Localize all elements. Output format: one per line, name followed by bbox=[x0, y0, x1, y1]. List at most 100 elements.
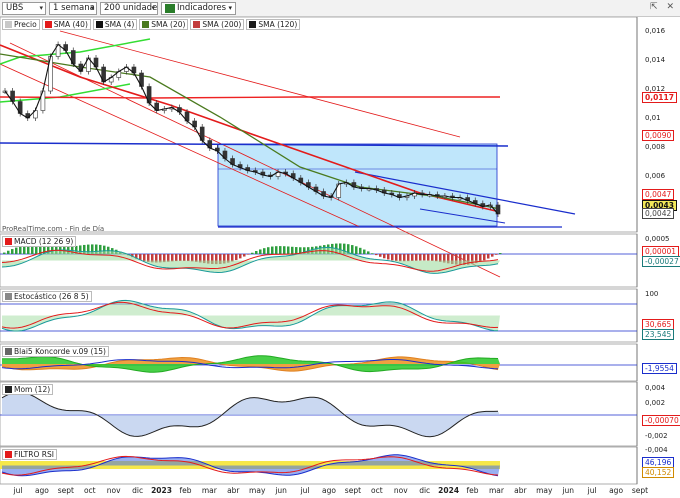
stoch-color-swatch bbox=[5, 293, 12, 300]
macd-histogram-bar bbox=[371, 253, 374, 254]
legend-color-swatch bbox=[5, 21, 12, 28]
symbol-value: UBS bbox=[6, 3, 24, 13]
macd-histogram-bar bbox=[235, 254, 238, 261]
macd-histogram-bar bbox=[431, 254, 434, 261]
legend-item[interactable]: Precio bbox=[2, 19, 40, 30]
koncorde-title-text: Blai5 Koncorde v.09 (15) bbox=[14, 347, 106, 356]
macd-histogram-bar bbox=[179, 254, 182, 261]
chevron-down-icon: ▾ bbox=[151, 4, 155, 12]
x-axis-label: mar bbox=[201, 486, 217, 495]
indicators-label: Indicadores bbox=[177, 3, 227, 13]
rsi-title: FILTRO RSI bbox=[2, 449, 57, 460]
macd-histogram-bar bbox=[411, 254, 414, 261]
macd-histogram-bar bbox=[407, 254, 410, 262]
macd-histogram-bar bbox=[7, 250, 10, 254]
macd-histogram-bar bbox=[251, 252, 254, 254]
macd-histogram-bar bbox=[403, 254, 406, 262]
units-select[interactable]: 200 unidades ▾ bbox=[100, 2, 158, 15]
chart-canvas[interactable] bbox=[0, 17, 680, 498]
x-axis-label: feb bbox=[466, 486, 479, 495]
x-axis-label: ago bbox=[609, 486, 624, 495]
chevron-down-icon: ▾ bbox=[39, 4, 43, 12]
indicator-value-tag: -0,00027 bbox=[642, 256, 680, 267]
macd-histogram-bar bbox=[183, 254, 186, 261]
units-value: 200 unidades bbox=[104, 3, 158, 13]
indicators-button[interactable]: Indicadores ▾ bbox=[161, 2, 236, 15]
macd-histogram-bar bbox=[171, 254, 174, 262]
macd-histogram-bar bbox=[271, 246, 274, 254]
x-axis-label: jul bbox=[587, 486, 597, 495]
legend-item[interactable]: SMA (200) bbox=[190, 19, 245, 30]
macd-histogram-bar bbox=[283, 246, 286, 254]
macd-histogram-bar bbox=[191, 254, 194, 262]
macd-histogram-bar bbox=[11, 249, 14, 254]
x-axis-label: sept bbox=[57, 486, 74, 495]
macd-histogram-bar bbox=[395, 254, 398, 261]
macd-histogram-bar bbox=[231, 254, 234, 262]
price-axis-label: 0,008 bbox=[645, 143, 666, 151]
x-axis-label: mar bbox=[488, 486, 504, 495]
indicator-axis-label: 0,004 bbox=[645, 384, 666, 392]
legend-color-swatch bbox=[44, 21, 52, 28]
x-axis-label: abr bbox=[514, 486, 527, 495]
stoch-title: Estocástico (26 8 5) bbox=[2, 291, 92, 302]
chart-area[interactable]: Precio SMA (40) SMA (4) SMA (20) SMA (200) SM… bbox=[0, 17, 680, 498]
macd-histogram-bar bbox=[491, 254, 494, 257]
x-axis-label: nov bbox=[106, 486, 121, 495]
x-axis-label: may bbox=[249, 486, 266, 495]
price-axis-label: 0,006 bbox=[645, 172, 666, 180]
macd-histogram-bar bbox=[3, 252, 6, 254]
mom-color-swatch bbox=[5, 386, 12, 393]
indicator-axis-label: -0,004 bbox=[645, 446, 668, 454]
macd-histogram-bar bbox=[415, 254, 418, 261]
x-axis-label: nov bbox=[393, 486, 408, 495]
macd-histogram-bar bbox=[267, 247, 270, 254]
x-axis-label: ago bbox=[34, 486, 49, 495]
x-axis-label: jun bbox=[275, 486, 287, 495]
macd-histogram-bar bbox=[275, 246, 278, 254]
mom-title-text: Mom (12) bbox=[14, 385, 51, 394]
x-axis-label: oct bbox=[371, 486, 383, 495]
rsi-color-swatch bbox=[5, 451, 12, 458]
x-axis-label: may bbox=[536, 486, 553, 495]
macd-histogram-bar bbox=[239, 254, 242, 259]
x-axis-label: jul bbox=[300, 486, 310, 495]
macd-title: MACD (12 26 9) bbox=[2, 236, 77, 247]
macd-histogram-bar bbox=[391, 254, 394, 261]
legend-label: SMA (4) bbox=[104, 20, 135, 29]
legend-item[interactable]: SMA (40) bbox=[41, 19, 91, 30]
rsi-title-text: FILTRO RSI bbox=[14, 450, 54, 459]
macd-histogram-bar bbox=[351, 245, 354, 254]
macd-histogram-bar bbox=[383, 254, 386, 259]
window-controls[interactable]: ⇱ ✕ bbox=[650, 2, 677, 12]
period-select[interactable]: 1 semana ▾ bbox=[49, 2, 97, 15]
macd-histogram-bar bbox=[375, 254, 378, 256]
legend-color-swatch bbox=[142, 21, 150, 28]
macd-histogram-bar bbox=[387, 254, 390, 260]
macd-title-text: MACD (12 26 9) bbox=[14, 237, 74, 246]
x-axis-label: oct bbox=[83, 486, 96, 495]
mom-title: Mom (12) bbox=[2, 384, 54, 395]
macd-histogram-bar bbox=[187, 254, 190, 262]
legend-color-swatch bbox=[193, 21, 201, 28]
indicator-axis-label: 100 bbox=[645, 290, 659, 298]
price-axis-label: 0,01 bbox=[645, 114, 661, 122]
x-axis-label: abr bbox=[227, 486, 240, 495]
price-legend: Precio SMA (40) SMA (4) SMA (20) SMA (200) SM… bbox=[2, 19, 301, 30]
macd-histogram-bar bbox=[483, 254, 486, 261]
legend-item[interactable]: SMA (4) bbox=[92, 19, 138, 30]
x-axis-label: sept bbox=[631, 486, 649, 495]
legend-item[interactable]: SMA (20) bbox=[139, 19, 189, 30]
macd-histogram-bar bbox=[359, 247, 362, 254]
macd-histogram-bar bbox=[379, 254, 382, 257]
x-axis-label: dic bbox=[419, 486, 431, 495]
legend-label: SMA (40) bbox=[53, 20, 88, 29]
legend-item[interactable]: SMA (120) bbox=[246, 19, 301, 30]
legend-color-swatch bbox=[95, 21, 103, 28]
x-axis-label: dic bbox=[132, 486, 144, 495]
koncorde-title: Blai5 Koncorde v.09 (15) bbox=[2, 346, 109, 357]
macd-histogram-bar bbox=[487, 254, 490, 259]
symbol-select[interactable]: UBS ▾ bbox=[2, 2, 46, 15]
macd-histogram-bar bbox=[259, 249, 262, 254]
x-axis-label: jun bbox=[562, 486, 575, 495]
